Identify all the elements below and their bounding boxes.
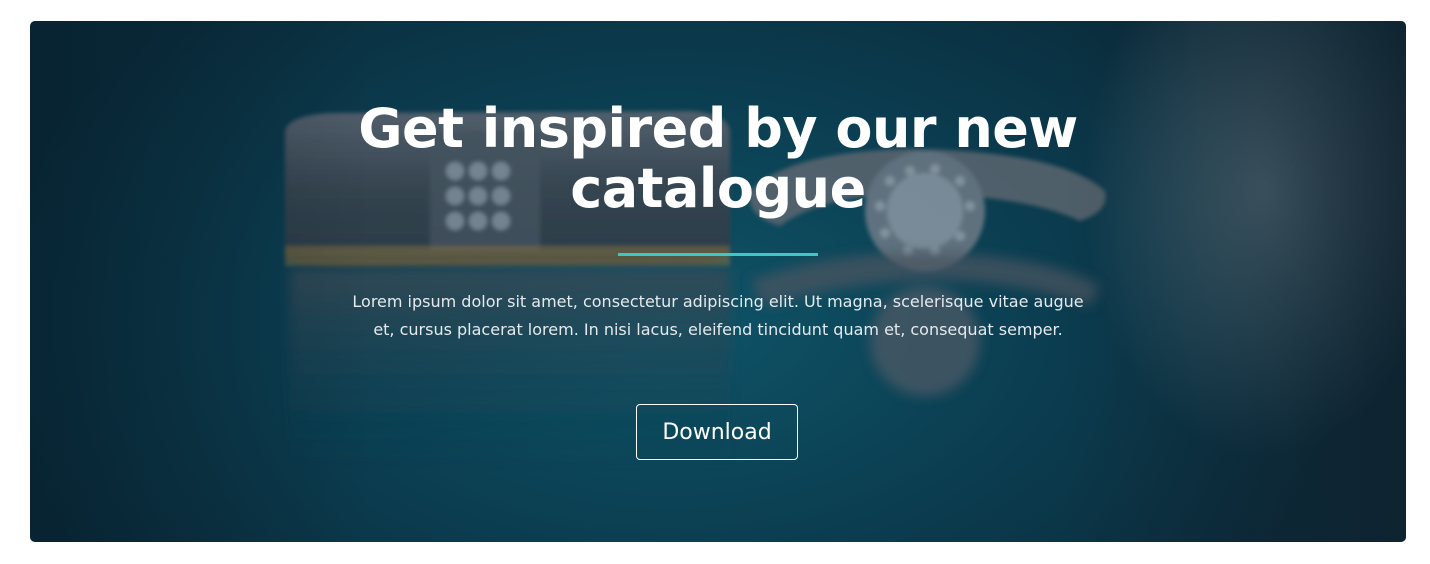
banner-content: Get inspired by our new catalogue Lorem … <box>30 21 1406 542</box>
banner-description: Lorem ipsum dolor sit amet, consectetur … <box>352 292 1084 339</box>
banner-title: Get inspired by our new catalogue <box>358 97 1078 220</box>
catalogue-banner: Get inspired by our new catalogue Lorem … <box>30 21 1406 542</box>
title-divider <box>618 253 818 256</box>
download-button[interactable]: Download <box>636 404 798 460</box>
